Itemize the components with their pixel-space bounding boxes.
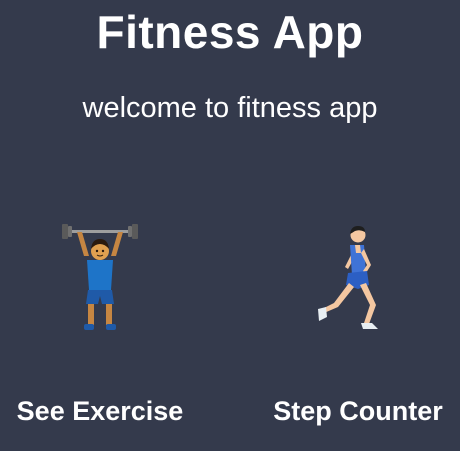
weightlifter-icon [62, 224, 138, 330]
app-title: Fitness App [96, 6, 364, 58]
step-counter-button[interactable]: Step Counter [258, 215, 458, 441]
runner-icon [318, 226, 378, 329]
step-counter-label: Step Counter [273, 396, 443, 426]
see-exercise-label: See Exercise [16, 396, 184, 426]
see-exercise-button[interactable]: See Exercise [0, 215, 200, 441]
welcome-message: welcome to fitness app [82, 92, 378, 124]
